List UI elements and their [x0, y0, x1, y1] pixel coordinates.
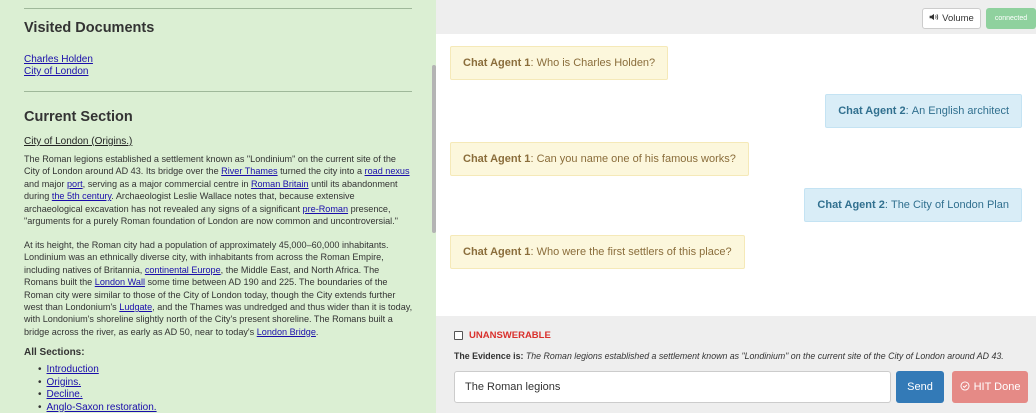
visited-link-city-of-london[interactable]: City of London [24, 66, 89, 78]
chat-message: Chat Agent 1: Who were the first settler… [450, 235, 745, 269]
inline-link[interactable]: Roman Britain [251, 179, 309, 189]
section-list-item: Decline. [38, 389, 157, 402]
inline-link[interactable]: River Thames [221, 166, 277, 176]
inline-link[interactable]: road nexus [365, 166, 410, 176]
volume-button[interactable]: Volume [922, 8, 981, 29]
evidence-label: The Evidence is: [454, 351, 524, 361]
section-link-anglo-saxon-restoration[interactable]: Anglo-Saxon restoration. [47, 402, 157, 413]
evidence-line: The Evidence is: The Roman legions estab… [454, 351, 1004, 361]
connection-status-badge: connected [986, 8, 1036, 29]
inline-link[interactable]: continental Europe [145, 265, 221, 275]
section-list-item: Introduction [38, 364, 157, 377]
chat-message: Chat Agent 1: Who is Charles Holden? [450, 46, 669, 80]
all-sections-label: All Sections: [24, 347, 85, 358]
chat-panel: Volume connected Chat Agent 1: Who is Ch… [436, 0, 1036, 413]
circle-check-icon [960, 380, 970, 394]
chat-toolbar: Volume connected [436, 0, 1036, 34]
unanswerable-checkbox[interactable] [454, 331, 463, 340]
chat-message: Chat Agent 2: An English architect [825, 94, 1022, 128]
paragraph-text: , serving as a major commercial centre i… [82, 178, 251, 189]
section-paragraph: The Roman legions established a settleme… [24, 153, 414, 227]
inline-link[interactable]: London Bridge [257, 327, 316, 337]
message-text: An English architect [911, 105, 1009, 117]
section-list-item: Anglo-Saxon restoration. [38, 402, 157, 413]
message-text: Who is Charles Holden? [536, 57, 656, 69]
section-paragraph: At its height, the Roman city had a popu… [24, 239, 414, 338]
message-speaker: Chat Agent 2 [817, 199, 885, 211]
unanswerable-label: UNANSWERABLE [469, 330, 551, 341]
sections-list: Introduction Origins. Decline. Anglo-Sax… [38, 364, 157, 413]
message-text: Can you name one of his famous works? [536, 153, 736, 165]
message-speaker: Chat Agent 1 [463, 57, 531, 69]
paragraph-text: turned the city into a [277, 166, 365, 177]
hit-done-label: HIT Done [973, 381, 1021, 393]
chat-message: Chat Agent 2: The City of London Plan [804, 188, 1022, 222]
unanswerable-option[interactable]: UNANSWERABLE [454, 330, 551, 341]
paragraph-text: . [315, 326, 319, 337]
section-title: City of London (Origins.) [24, 136, 133, 147]
section-link-origins[interactable]: Origins. [47, 377, 81, 388]
send-button[interactable]: Send [896, 371, 944, 403]
hit-done-button[interactable]: HIT Done [952, 371, 1028, 403]
section-list-item: Origins. [38, 377, 157, 390]
section-link-decline[interactable]: Decline. [47, 389, 83, 400]
divider [24, 91, 412, 92]
inline-link[interactable]: the 5th century [52, 191, 111, 201]
visited-documents-heading: Visited Documents [24, 20, 155, 36]
section-link-introduction[interactable]: Introduction [47, 364, 99, 375]
speaker-icon [929, 12, 939, 25]
message-text: The City of London Plan [890, 199, 1009, 211]
visited-link-charles-holden[interactable]: Charles Holden [24, 54, 93, 66]
message-speaker: Chat Agent 2 [838, 105, 906, 117]
document-panel: Visited Documents Charles Holden City of… [0, 0, 436, 413]
inline-link[interactable]: pre-Roman [303, 204, 349, 214]
divider [24, 8, 412, 9]
inline-link[interactable]: port [67, 179, 83, 189]
inline-link[interactable]: London Wall [95, 277, 145, 287]
answer-panel: UNANSWERABLE The Evidence is: The Roman … [436, 316, 1036, 413]
message-speaker: Chat Agent 1 [463, 153, 531, 165]
message-text: Who were the first settlers of this plac… [536, 246, 732, 258]
current-section-heading: Current Section [24, 109, 133, 125]
volume-label: Volume [942, 13, 974, 24]
answer-input[interactable] [454, 371, 891, 403]
chat-message: Chat Agent 1: Can you name one of his fa… [450, 142, 749, 176]
message-speaker: Chat Agent 1 [463, 246, 531, 258]
evidence-text: The Roman legions established a settleme… [525, 351, 1004, 361]
inline-link[interactable]: Ludgate [119, 302, 152, 312]
paragraph-text: and major [24, 178, 67, 189]
